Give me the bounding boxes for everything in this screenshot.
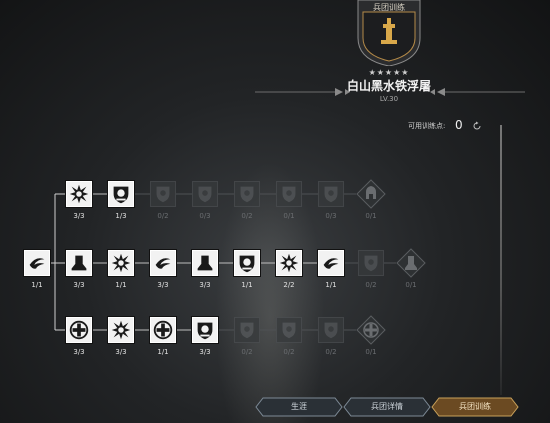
skill-node-mid-7-label: 1/1 — [325, 281, 337, 289]
skill-node-bot-5-label: 0/2 — [241, 348, 253, 356]
skill-node-top-7-label: 0/3 — [325, 212, 337, 220]
skill-node-top-8[interactable] — [356, 179, 386, 209]
skill-node-mid-6-label: 2/2 — [283, 281, 295, 289]
burst-icon — [277, 251, 301, 275]
tab-career[interactable]: 生涯 — [255, 397, 343, 417]
bell-icon — [193, 251, 217, 275]
skill-node-top-4-label: 0/3 — [199, 212, 211, 220]
skill-node-mid-7[interactable] — [318, 250, 344, 276]
shield-icon — [319, 318, 343, 342]
skill-node-mid-3[interactable] — [150, 250, 176, 276]
swirl-icon — [319, 251, 343, 275]
skill-node-bot-7[interactable] — [318, 317, 344, 343]
skill-node-mid-2[interactable] — [108, 250, 134, 276]
skill-node-top-5-label: 0/2 — [241, 212, 253, 220]
skill-node-bot-2[interactable] — [108, 317, 134, 343]
skill-node-mid-4[interactable] — [192, 250, 218, 276]
skill-node-mid-5[interactable] — [234, 250, 260, 276]
skill-node-bot-8-label: 0/1 — [365, 348, 377, 356]
skill-node-mid-8[interactable] — [358, 250, 384, 276]
burst-icon — [67, 182, 91, 206]
skill-node-top-3[interactable] — [150, 181, 176, 207]
skill-node-top-6-label: 0/1 — [283, 212, 295, 220]
bell-icon — [67, 251, 91, 275]
shield-icon — [319, 182, 343, 206]
skill-node-mid-9[interactable] — [396, 248, 426, 278]
skill-node-mid-3-label: 3/3 — [157, 281, 169, 289]
burst-icon — [109, 318, 133, 342]
skill-node-bot-2-label: 3/3 — [115, 348, 127, 356]
skill-node-top-2[interactable] — [108, 181, 134, 207]
skill-node-bot-3-label: 1/1 — [157, 348, 169, 356]
tab-career-label: 生涯 — [291, 402, 307, 411]
shield-icon — [193, 182, 217, 206]
skill-node-bot-3[interactable] — [150, 317, 176, 343]
tab-unit-training-label: 兵团训练 — [459, 402, 491, 411]
skill-node-mid-6[interactable] — [276, 250, 302, 276]
skill-node-mid-1-label: 3/3 — [73, 281, 85, 289]
tab-unit-details-label: 兵团详情 — [371, 402, 403, 411]
skill-node-mid-5-label: 1/1 — [241, 281, 253, 289]
skill-node-top-6[interactable] — [276, 181, 302, 207]
skill-node-bot-4[interactable] — [192, 317, 218, 343]
skill-node-bot-8[interactable] — [356, 315, 386, 345]
shield-icon — [359, 251, 383, 275]
skill-node-bot-4-label: 3/3 — [199, 348, 211, 356]
skill-node-top-5[interactable] — [234, 181, 260, 207]
skill-node-mid-8-label: 0/2 — [365, 281, 377, 289]
shield-icon — [277, 182, 301, 206]
swirl-icon — [151, 251, 175, 275]
skill-node-bot-6-label: 0/2 — [283, 348, 295, 356]
skill-node-bot-6[interactable] — [276, 317, 302, 343]
swirl-icon — [25, 251, 49, 275]
tab-unit-training[interactable]: 兵团训练 — [431, 397, 519, 417]
skill-node-top-1-label: 3/3 — [73, 212, 85, 220]
shield-icon — [151, 182, 175, 206]
skill-node-mid-9-label: 0/1 — [405, 281, 417, 289]
shield-icon — [235, 182, 259, 206]
skill-node-top-2-label: 1/3 — [115, 212, 127, 220]
skill-node-bot-1-label: 3/3 — [73, 348, 85, 356]
skill-node-bot-5[interactable] — [234, 317, 260, 343]
tab-unit-details[interactable]: 兵团详情 — [343, 397, 431, 417]
cross-icon — [151, 318, 175, 342]
shield-emblem-icon — [109, 182, 133, 206]
shield-emblem-icon — [193, 318, 217, 342]
cross-icon — [67, 318, 91, 342]
skill-node-top-8-label: 0/1 — [365, 212, 377, 220]
shield-emblem-icon — [235, 251, 259, 275]
skill-node-mid-1[interactable] — [66, 250, 92, 276]
skill-node-root[interactable] — [24, 250, 50, 276]
skill-node-mid-2-label: 1/1 — [115, 281, 127, 289]
shield-icon — [277, 318, 301, 342]
skill-node-root-label: 1/1 — [31, 281, 43, 289]
burst-icon — [109, 251, 133, 275]
skill-node-mid-4-label: 3/3 — [199, 281, 211, 289]
skill-node-top-4[interactable] — [192, 181, 218, 207]
skill-node-bot-7-label: 0/2 — [325, 348, 337, 356]
skill-node-bot-1[interactable] — [66, 317, 92, 343]
skill-node-top-7[interactable] — [318, 181, 344, 207]
skill-node-top-1[interactable] — [66, 181, 92, 207]
shield-icon — [235, 318, 259, 342]
skill-node-top-3-label: 0/2 — [157, 212, 169, 220]
cross-icon — [363, 322, 379, 338]
